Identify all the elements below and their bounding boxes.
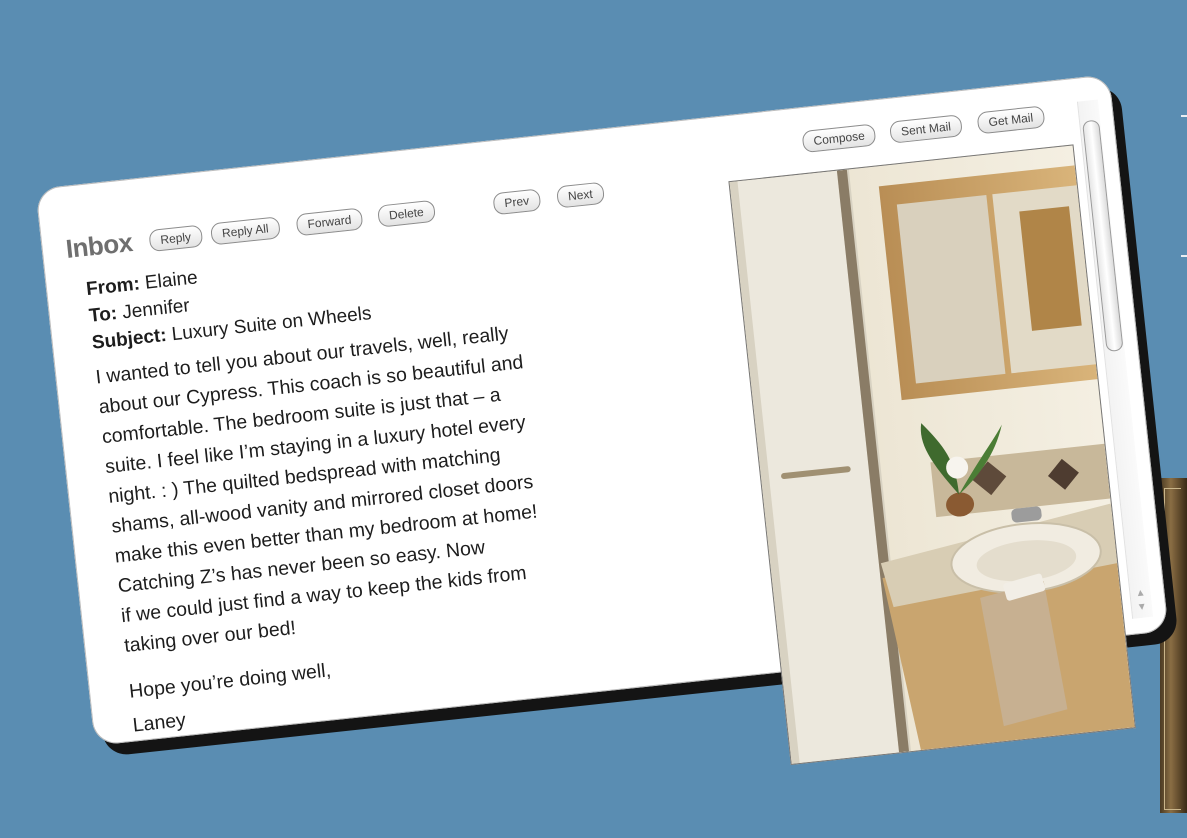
compose-button[interactable]: Compose	[801, 123, 877, 154]
sent-mail-button[interactable]: Sent Mail	[889, 114, 963, 144]
window-title: Inbox	[64, 227, 134, 264]
from-label: From:	[85, 273, 141, 301]
bathroom-photo	[728, 144, 1136, 765]
subject-label: Subject:	[90, 324, 168, 354]
to-value: Jennifer	[121, 295, 191, 324]
reply-button[interactable]: Reply	[148, 224, 204, 253]
mail-window: Inbox Reply Reply All Forward Delete Pre…	[35, 74, 1169, 765]
prev-button[interactable]: Prev	[492, 188, 542, 216]
message-view: From: Elaine To: Jennifer Subject: Luxur…	[85, 212, 731, 742]
from-value: Elaine	[143, 267, 199, 294]
scroll-up-icon[interactable]: ▲	[1135, 587, 1146, 599]
next-button[interactable]: Next	[556, 181, 605, 209]
forward-button[interactable]: Forward	[295, 207, 364, 237]
bathroom-illustration	[729, 145, 1135, 764]
delete-button[interactable]: Delete	[377, 199, 436, 228]
to-label: To:	[88, 303, 119, 327]
message-body: I wanted to tell you about our travels, …	[94, 299, 722, 661]
get-mail-button[interactable]: Get Mail	[976, 105, 1046, 135]
scroll-down-icon[interactable]: ▼	[1136, 601, 1147, 613]
reply-all-button[interactable]: Reply All	[209, 216, 281, 246]
